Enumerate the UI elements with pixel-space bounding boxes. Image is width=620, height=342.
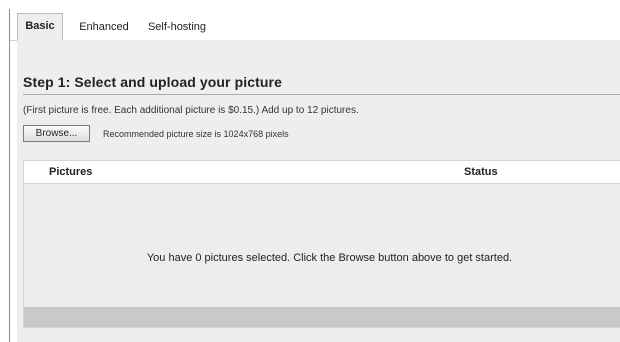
table-header: Pictures Status: [24, 161, 620, 184]
title-divider: [23, 94, 620, 95]
tab-enhanced[interactable]: Enhanced: [73, 16, 135, 40]
column-header-status: Status: [464, 166, 498, 178]
pictures-table: Pictures Status You have 0 pictures sele…: [23, 160, 620, 328]
recommended-size-text: Recommended picture size is 1024x768 pix…: [103, 129, 289, 139]
tab-bar: Basic Enhanced Self-hosting: [10, 9, 620, 41]
table-footer: [24, 307, 620, 327]
pricing-info: (First picture is free. Each additional …: [23, 105, 359, 116]
empty-table-message: You have 0 pictures selected. Click the …: [146, 252, 513, 264]
upload-widget: Basic Enhanced Self-hosting Step 1: Sele…: [9, 9, 620, 342]
tab-self-hosting[interactable]: Self-hosting: [143, 16, 211, 40]
step-title: Step 1: Select and upload your picture: [23, 74, 282, 90]
column-header-pictures: Pictures: [49, 166, 93, 178]
basic-panel: Step 1: Select and upload your picture (…: [17, 40, 620, 342]
browse-button[interactable]: Browse...: [23, 125, 90, 142]
tab-basic[interactable]: Basic: [17, 13, 63, 41]
